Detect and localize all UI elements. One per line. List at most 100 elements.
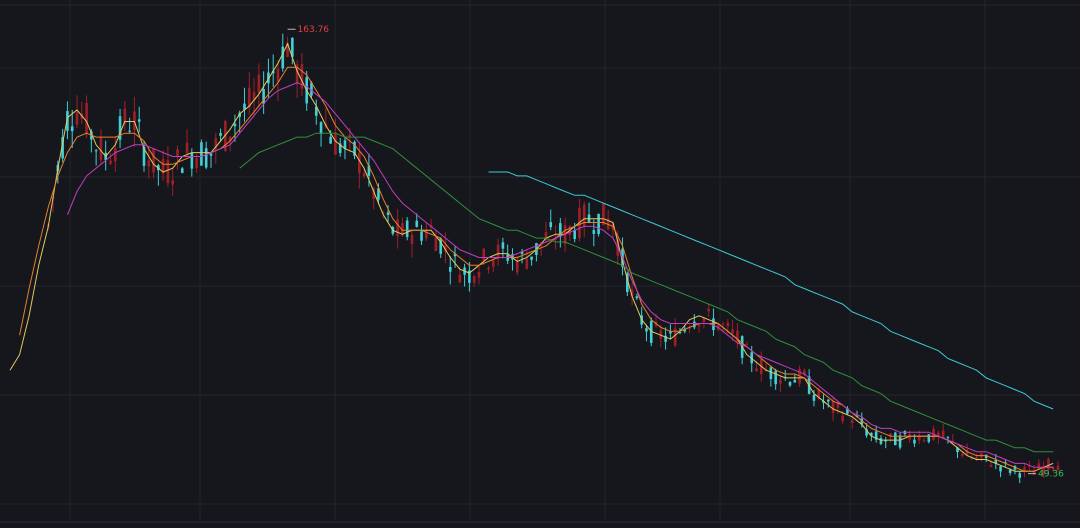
candle-body <box>133 111 136 131</box>
candle-body <box>602 203 605 226</box>
candle-body <box>487 267 490 270</box>
candle-body <box>549 222 553 228</box>
candle-body <box>109 160 112 164</box>
candle-body <box>592 230 596 234</box>
candle-body <box>999 466 1002 472</box>
candle-body <box>176 149 179 157</box>
candle-body <box>166 159 170 184</box>
candle-body <box>1047 458 1050 470</box>
candle-body <box>515 261 519 273</box>
candle-body <box>94 150 98 152</box>
candle-body <box>597 213 600 235</box>
candle <box>893 431 897 446</box>
candle-body <box>707 308 710 312</box>
candle-body <box>831 401 835 414</box>
candle-body <box>774 370 777 385</box>
candle-body <box>587 214 591 222</box>
candle-body <box>893 432 897 446</box>
candle-body <box>425 229 428 239</box>
candle-body <box>85 103 88 135</box>
candle-body <box>458 274 462 283</box>
candle <box>405 217 409 241</box>
chart-background <box>0 0 1080 528</box>
candle-body <box>812 395 816 401</box>
low-price-label: 49.36 <box>1038 470 1064 480</box>
candle-body <box>70 126 74 132</box>
candle-body <box>99 136 103 161</box>
candle-body <box>415 220 419 227</box>
candle-body <box>721 323 725 325</box>
candle-body <box>190 152 194 169</box>
candle-body <box>582 204 586 227</box>
candle-body <box>960 453 964 456</box>
candle-body <box>827 399 830 402</box>
candle-body <box>281 46 285 69</box>
candle-body <box>788 382 792 386</box>
candle-body <box>233 123 237 127</box>
candle-body <box>922 440 926 442</box>
candle-body <box>745 344 749 346</box>
candle-body <box>492 260 495 267</box>
candle-body <box>712 318 715 331</box>
high-price-label: 163.76 <box>298 25 330 35</box>
candle-body <box>482 248 486 261</box>
candle-body <box>779 379 782 384</box>
candle-body <box>898 435 902 448</box>
candle-body <box>645 328 648 332</box>
candle-body <box>850 420 854 424</box>
candle-body <box>755 368 758 371</box>
candle-body <box>195 157 198 169</box>
candle-body <box>204 148 208 168</box>
candle-body <box>276 68 280 83</box>
candle-body <box>319 122 323 134</box>
candle-body <box>113 148 117 162</box>
candle-body <box>693 321 696 328</box>
candle-body <box>185 142 189 154</box>
candle-body <box>434 236 438 252</box>
candle-body <box>137 119 141 122</box>
candle-body <box>171 180 175 185</box>
candle-body <box>946 436 950 438</box>
candle-body <box>128 130 131 132</box>
candle-body <box>200 142 203 166</box>
candle-body <box>927 434 931 442</box>
candle-body <box>448 267 452 272</box>
candle-body <box>1018 473 1022 478</box>
candle-body <box>358 152 361 174</box>
candle-body <box>329 136 332 144</box>
candle-body <box>257 74 261 93</box>
candle-body <box>501 242 505 249</box>
candle-body <box>75 112 79 125</box>
candle-body <box>147 160 151 167</box>
candle-body <box>348 134 352 137</box>
candle-body <box>472 276 476 283</box>
candle-body <box>410 234 414 244</box>
candle-body <box>913 439 916 444</box>
candle-body <box>530 256 533 260</box>
candle-body <box>841 415 844 422</box>
candle-body <box>386 212 390 216</box>
candle-body <box>420 231 423 241</box>
candle-body <box>1008 469 1012 473</box>
candle-body <box>209 153 213 156</box>
candle-body <box>731 329 734 334</box>
candle-body <box>635 296 639 299</box>
candle-body <box>405 220 409 237</box>
candle-body <box>152 148 155 173</box>
candle-body <box>180 168 184 173</box>
candle-body <box>496 244 500 260</box>
candlestick-chart: 163.76 49.36 <box>0 0 1080 528</box>
candle-body <box>477 272 481 278</box>
candle-body <box>726 322 730 327</box>
candle-body <box>573 230 576 240</box>
candle-body <box>989 464 993 467</box>
candle-body <box>769 367 773 380</box>
candle-body <box>334 132 337 155</box>
candle-body <box>879 438 883 444</box>
candle-body <box>525 258 529 269</box>
candle <box>597 213 600 237</box>
candle-body <box>396 219 399 236</box>
candle-body <box>793 379 797 383</box>
candle-body <box>362 173 366 176</box>
candle-body <box>219 132 222 136</box>
